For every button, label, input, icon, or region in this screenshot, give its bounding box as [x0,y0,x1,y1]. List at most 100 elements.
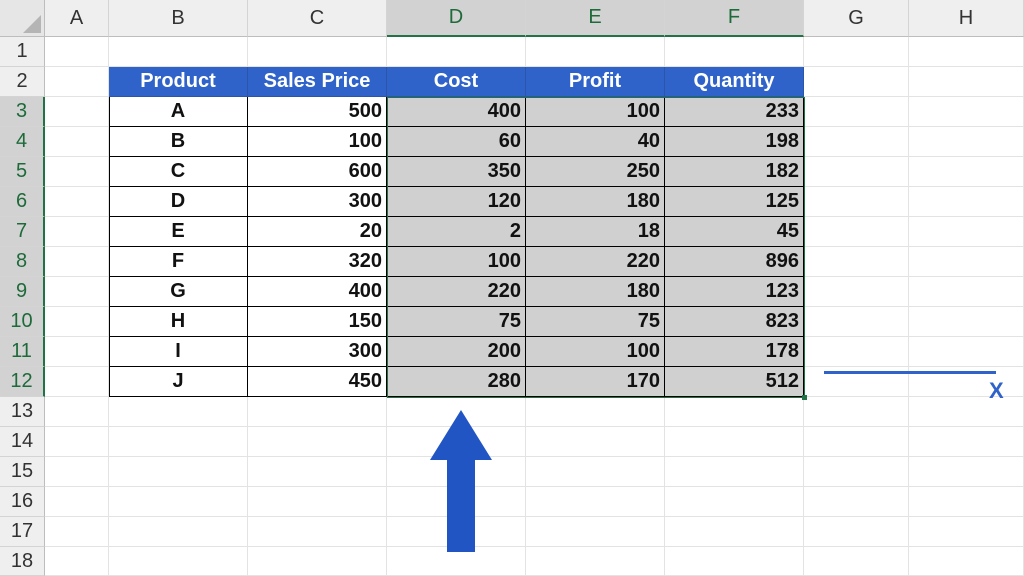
value-cell[interactable]: 400 [387,97,526,127]
product-cell[interactable]: D [109,187,248,217]
grid-cell[interactable] [45,517,109,547]
grid-cell[interactable] [45,487,109,517]
row-header-11[interactable]: 11 [0,337,45,367]
product-cell[interactable]: F [109,247,248,277]
grid-cell[interactable] [909,337,1024,367]
value-cell[interactable]: 320 [248,247,387,277]
value-cell[interactable]: 400 [248,277,387,307]
grid-cell[interactable] [109,547,248,576]
value-cell[interactable]: 280 [387,367,526,397]
grid-cell[interactable] [909,37,1024,67]
column-header-c[interactable]: C [248,0,387,37]
grid-cell[interactable] [909,277,1024,307]
column-header-e[interactable]: E [526,0,665,37]
value-cell[interactable]: 300 [248,187,387,217]
product-cell[interactable]: E [109,217,248,247]
grid-cell[interactable] [45,307,109,337]
grid-cell[interactable] [45,67,109,97]
grid-cell[interactable] [45,157,109,187]
grid-cell[interactable] [109,487,248,517]
grid-cell[interactable] [665,37,804,67]
grid-cell[interactable] [248,517,387,547]
grid-cell[interactable] [526,547,665,576]
column-header-g[interactable]: G [804,0,909,37]
grid-cell[interactable] [248,37,387,67]
value-cell[interactable]: 896 [665,247,804,277]
value-cell[interactable]: 450 [248,367,387,397]
value-cell[interactable]: 45 [665,217,804,247]
grid-cell[interactable] [526,397,665,427]
value-cell[interactable]: 500 [248,97,387,127]
grid-cell[interactable] [45,397,109,427]
grid-cell[interactable] [45,457,109,487]
value-cell[interactable]: 233 [665,97,804,127]
grid-cell[interactable] [804,247,909,277]
grid-cell[interactable] [526,37,665,67]
grid-cell[interactable] [909,97,1024,127]
grid-cell[interactable] [804,277,909,307]
value-cell[interactable]: 180 [526,277,665,307]
column-header-d[interactable]: D [387,0,526,37]
grid-cell[interactable] [665,487,804,517]
value-cell[interactable]: 100 [526,337,665,367]
value-cell[interactable]: 220 [526,247,665,277]
value-cell[interactable]: 18 [526,217,665,247]
grid-cell[interactable] [45,217,109,247]
grid-cell[interactable] [804,187,909,217]
value-cell[interactable]: 300 [248,337,387,367]
row-header-15[interactable]: 15 [0,457,45,487]
row-header-9[interactable]: 9 [0,277,45,307]
column-header-b[interactable]: B [109,0,248,37]
grid-cell[interactable] [909,547,1024,576]
grid-cell[interactable] [665,547,804,576]
value-cell[interactable]: 75 [526,307,665,337]
grid-cell[interactable] [804,457,909,487]
grid-cell[interactable] [526,427,665,457]
value-cell[interactable]: 200 [387,337,526,367]
value-cell[interactable]: 40 [526,127,665,157]
row-header-18[interactable]: 18 [0,547,45,576]
table-header-cell[interactable]: Product [109,67,248,97]
grid-cell[interactable] [804,217,909,247]
grid-cell[interactable] [109,517,248,547]
grid-cell[interactable] [909,217,1024,247]
value-cell[interactable]: 60 [387,127,526,157]
grid-cell[interactable] [248,397,387,427]
column-header-f[interactable]: F [665,0,804,37]
row-header-5[interactable]: 5 [0,157,45,187]
row-header-7[interactable]: 7 [0,217,45,247]
table-header-cell[interactable]: Cost [387,67,526,97]
grid-cell[interactable] [909,67,1024,97]
grid-cell[interactable] [109,37,248,67]
grid-cell[interactable] [248,487,387,517]
value-cell[interactable]: 20 [248,217,387,247]
grid-cell[interactable] [526,487,665,517]
value-cell[interactable]: 220 [387,277,526,307]
grid-cell[interactable] [909,157,1024,187]
grid-cell[interactable] [804,517,909,547]
grid-cell[interactable] [526,457,665,487]
grid-cell[interactable] [804,487,909,517]
grid-cell[interactable] [909,457,1024,487]
grid-cell[interactable] [804,157,909,187]
row-header-6[interactable]: 6 [0,187,45,217]
grid-cell[interactable] [387,37,526,67]
grid-cell[interactable] [45,277,109,307]
grid-cell[interactable] [909,487,1024,517]
row-header-1[interactable]: 1 [0,37,45,67]
value-cell[interactable]: 125 [665,187,804,217]
value-cell[interactable]: 512 [665,367,804,397]
product-cell[interactable]: I [109,337,248,367]
row-header-14[interactable]: 14 [0,427,45,457]
row-header-4[interactable]: 4 [0,127,45,157]
product-cell[interactable]: G [109,277,248,307]
row-header-2[interactable]: 2 [0,67,45,97]
row-header-8[interactable]: 8 [0,247,45,277]
table-header-cell[interactable]: Sales Price [248,67,387,97]
value-cell[interactable]: 600 [248,157,387,187]
value-cell[interactable]: 2 [387,217,526,247]
grid-cell[interactable] [909,397,1024,427]
value-cell[interactable]: 182 [665,157,804,187]
value-cell[interactable]: 350 [387,157,526,187]
grid-cell[interactable] [909,307,1024,337]
